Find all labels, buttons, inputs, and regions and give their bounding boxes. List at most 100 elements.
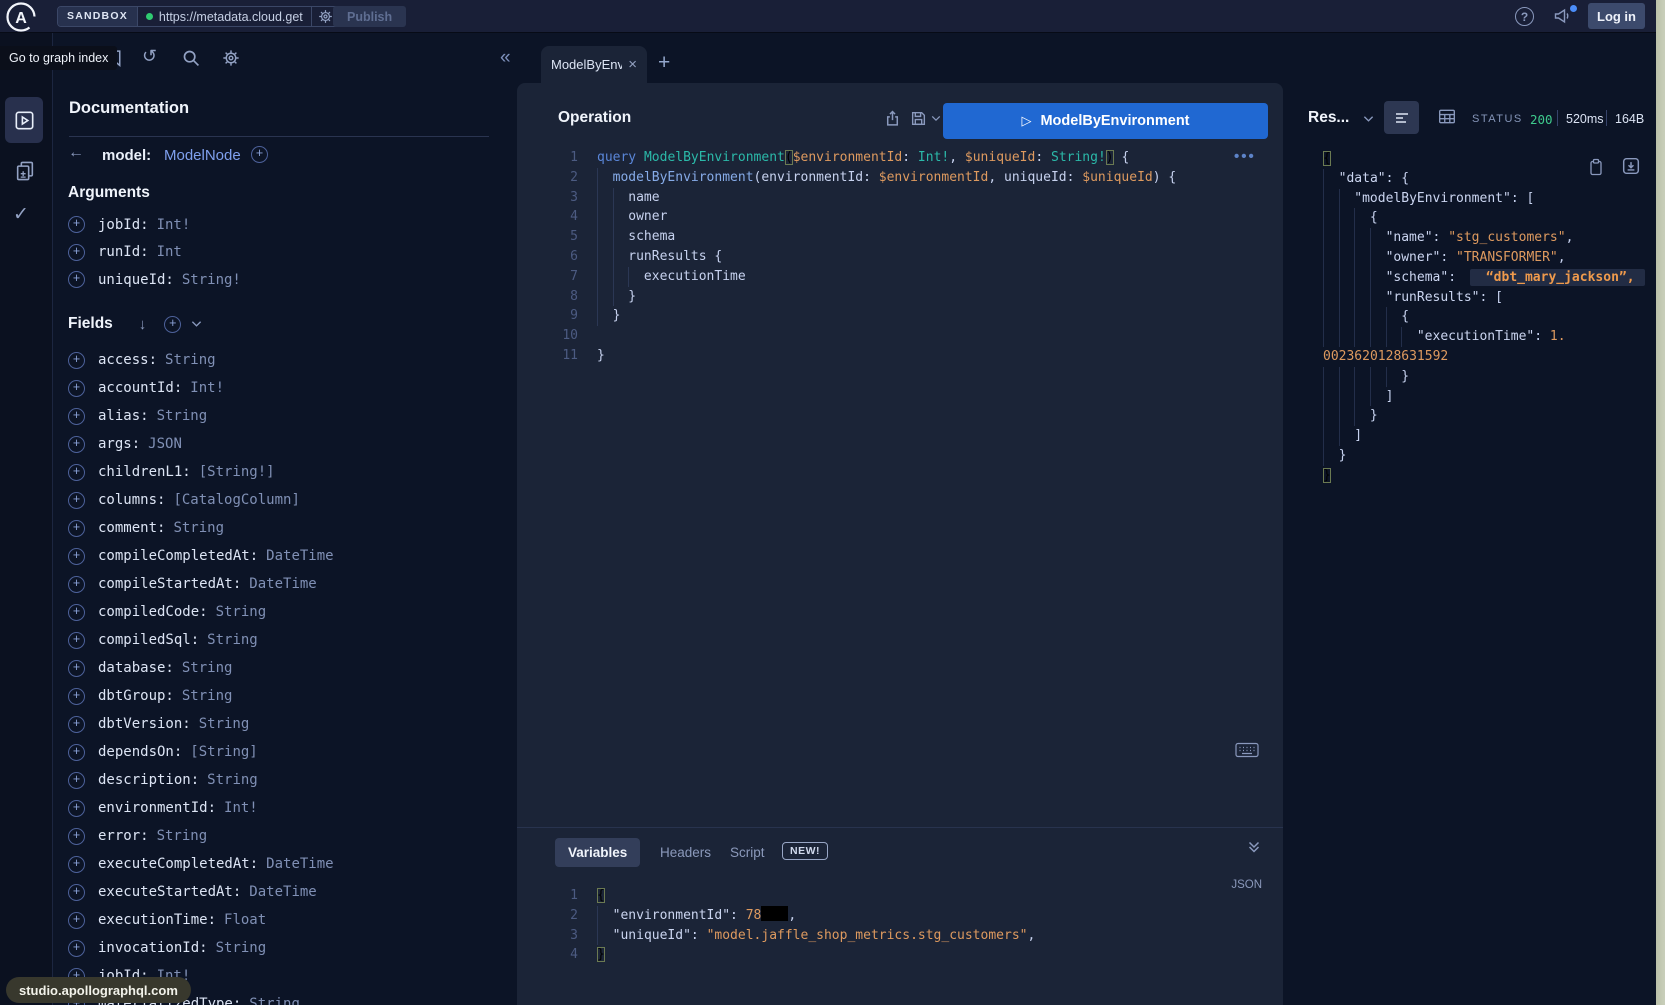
add-field-to-query-button[interactable]: + xyxy=(68,464,85,481)
run-button-label: ModelByEnvironment xyxy=(1040,113,1189,129)
field-type-link[interactable]: String xyxy=(157,828,208,844)
field-type-link[interactable]: [String] xyxy=(190,744,257,760)
announcements-megaphone-icon[interactable] xyxy=(1552,6,1578,28)
add-field-to-query-button[interactable]: + xyxy=(68,352,85,369)
field-type-link[interactable]: [CatalogColumn] xyxy=(173,492,299,508)
close-tab-icon[interactable]: × xyxy=(628,57,637,72)
keyboard-shortcuts-icon[interactable] xyxy=(1235,742,1259,758)
endpoint-url[interactable]: https://metadata.cloud.get xyxy=(159,10,303,24)
field-type-link[interactable]: DateTime xyxy=(249,576,316,592)
field-type-link[interactable]: String xyxy=(216,940,267,956)
field-type-link[interactable]: String xyxy=(207,632,258,648)
collapse-variables-panel-icon[interactable] xyxy=(1247,840,1261,854)
field-type-link[interactable]: String xyxy=(249,996,300,1005)
editor-overflow-menu-icon[interactable]: ••• xyxy=(1234,148,1256,165)
add-field-to-query-button[interactable]: + xyxy=(68,828,85,845)
field-type-link[interactable]: Int! xyxy=(157,217,191,233)
add-field-to-query-button[interactable]: + xyxy=(68,716,85,733)
response-body[interactable]: {"data": {"modelByEnvironment": [{"name"… xyxy=(1323,149,1645,486)
field-type-link[interactable]: Int! xyxy=(224,800,258,816)
tab-script[interactable]: Script xyxy=(730,845,765,860)
history-icon[interactable]: ↺ xyxy=(142,46,157,67)
indent-guide xyxy=(597,287,613,307)
sort-fields-icon[interactable]: ↓ xyxy=(139,316,147,333)
field-type-link[interactable]: DateTime xyxy=(249,884,316,900)
field-type-link[interactable]: String xyxy=(207,772,258,788)
publish-button[interactable]: Publish xyxy=(333,6,406,27)
field-type-link[interactable]: JSON xyxy=(148,436,182,452)
add-field-to-query-button[interactable]: + xyxy=(68,856,85,873)
add-field-to-query-button[interactable]: + xyxy=(68,632,85,649)
indent-guide xyxy=(1323,426,1339,446)
field-type-link[interactable]: Float xyxy=(224,912,266,928)
tab-modelbyenvironment[interactable]: ModelByEnvi... × xyxy=(541,46,647,83)
field-type-link[interactable]: String xyxy=(157,408,208,424)
tab-variables[interactable]: Variables xyxy=(555,838,640,867)
settings-gear-icon[interactable] xyxy=(222,49,240,67)
sidebar-item-explorer[interactable] xyxy=(5,97,43,143)
add-field-to-query-button[interactable]: + xyxy=(68,436,85,453)
apollo-logo-icon[interactable]: A xyxy=(4,0,38,34)
add-all-fields-button[interactable]: + xyxy=(164,316,181,333)
breadcrumb-type-link[interactable]: ModelNode xyxy=(164,147,241,164)
code-line: 3name xyxy=(544,188,1176,208)
field-type-link[interactable]: String! xyxy=(182,272,241,288)
search-icon[interactable] xyxy=(182,49,200,67)
field-type-link[interactable]: String xyxy=(182,688,233,704)
field-type-link[interactable]: String xyxy=(182,660,233,676)
run-operation-button[interactable]: ▷ ModelByEnvironment xyxy=(943,103,1268,139)
endpoint-url-field[interactable]: https://metadata.cloud.get xyxy=(138,7,311,26)
field-name: childrenL1: xyxy=(98,464,191,480)
chevron-down-icon[interactable] xyxy=(191,320,202,328)
response-dropdown-chevron-icon[interactable] xyxy=(1363,115,1374,123)
field-type-link[interactable]: String xyxy=(216,604,267,620)
save-operation-icon[interactable] xyxy=(910,110,927,127)
tab-headers[interactable]: Headers xyxy=(660,845,711,860)
add-field-to-query-button[interactable]: + xyxy=(68,884,85,901)
sidebar-item-schema[interactable] xyxy=(14,160,36,182)
login-button[interactable]: Log in xyxy=(1588,3,1645,29)
back-arrow-icon[interactable]: ← xyxy=(68,144,84,162)
field-type-link[interactable]: String xyxy=(165,352,216,368)
add-field-to-query-button[interactable]: + xyxy=(68,408,85,425)
add-field-to-query-button[interactable]: + xyxy=(68,380,85,397)
add-model-to-query-button[interactable]: + xyxy=(251,146,268,163)
field-type-link[interactable]: DateTime xyxy=(266,856,333,872)
sidebar-item-checks[interactable]: ✓ xyxy=(13,203,29,226)
add-field-to-query-button[interactable]: + xyxy=(68,244,85,261)
save-options-chevron-icon[interactable] xyxy=(931,115,941,122)
collapse-sidebar-icon[interactable]: « xyxy=(500,47,511,69)
field-name: description: xyxy=(98,772,199,788)
add-field-to-query-button[interactable]: + xyxy=(68,744,85,761)
field-type-link[interactable]: Int xyxy=(157,244,182,260)
add-field-to-query-button[interactable]: + xyxy=(68,800,85,817)
share-operation-icon[interactable] xyxy=(884,110,901,127)
add-field-to-query-button[interactable]: + xyxy=(68,520,85,537)
add-field-to-query-button[interactable]: + xyxy=(68,688,85,705)
add-field-to-query-button[interactable]: + xyxy=(68,772,85,789)
new-tab-button[interactable]: + xyxy=(658,51,670,75)
response-title[interactable]: Res... xyxy=(1308,109,1349,127)
indent-guide xyxy=(1323,367,1339,387)
field-type-link[interactable]: String xyxy=(173,520,224,536)
operation-editor[interactable]: 1query ModelByEnvironment($environmentId… xyxy=(544,148,1176,366)
add-field-to-query-button[interactable]: + xyxy=(68,271,85,288)
add-field-to-query-button[interactable]: + xyxy=(68,940,85,957)
add-field-to-query-button[interactable]: + xyxy=(68,548,85,565)
add-field-to-query-button[interactable]: + xyxy=(68,660,85,677)
add-field-to-query-button[interactable]: + xyxy=(68,492,85,509)
field-type-link[interactable]: DateTime xyxy=(266,548,333,564)
help-icon[interactable]: ? xyxy=(1515,7,1534,26)
add-field-to-query-button[interactable]: + xyxy=(68,216,85,233)
formatted-view-toggle-icon[interactable] xyxy=(1384,101,1419,134)
add-field-to-query-button[interactable]: + xyxy=(68,604,85,621)
add-field-to-query-button[interactable]: + xyxy=(68,912,85,929)
indent-guide xyxy=(1323,208,1339,228)
variables-editor[interactable]: 1{2"environmentId": 78,3"uniqueId": "mod… xyxy=(544,886,1035,965)
field-type-link[interactable]: [String!] xyxy=(199,464,275,480)
field-type-link[interactable]: String xyxy=(199,716,250,732)
field-type-link[interactable]: Int! xyxy=(190,380,224,396)
indent-guide xyxy=(1339,208,1355,228)
table-view-toggle-icon[interactable] xyxy=(1438,108,1456,125)
add-field-to-query-button[interactable]: + xyxy=(68,576,85,593)
